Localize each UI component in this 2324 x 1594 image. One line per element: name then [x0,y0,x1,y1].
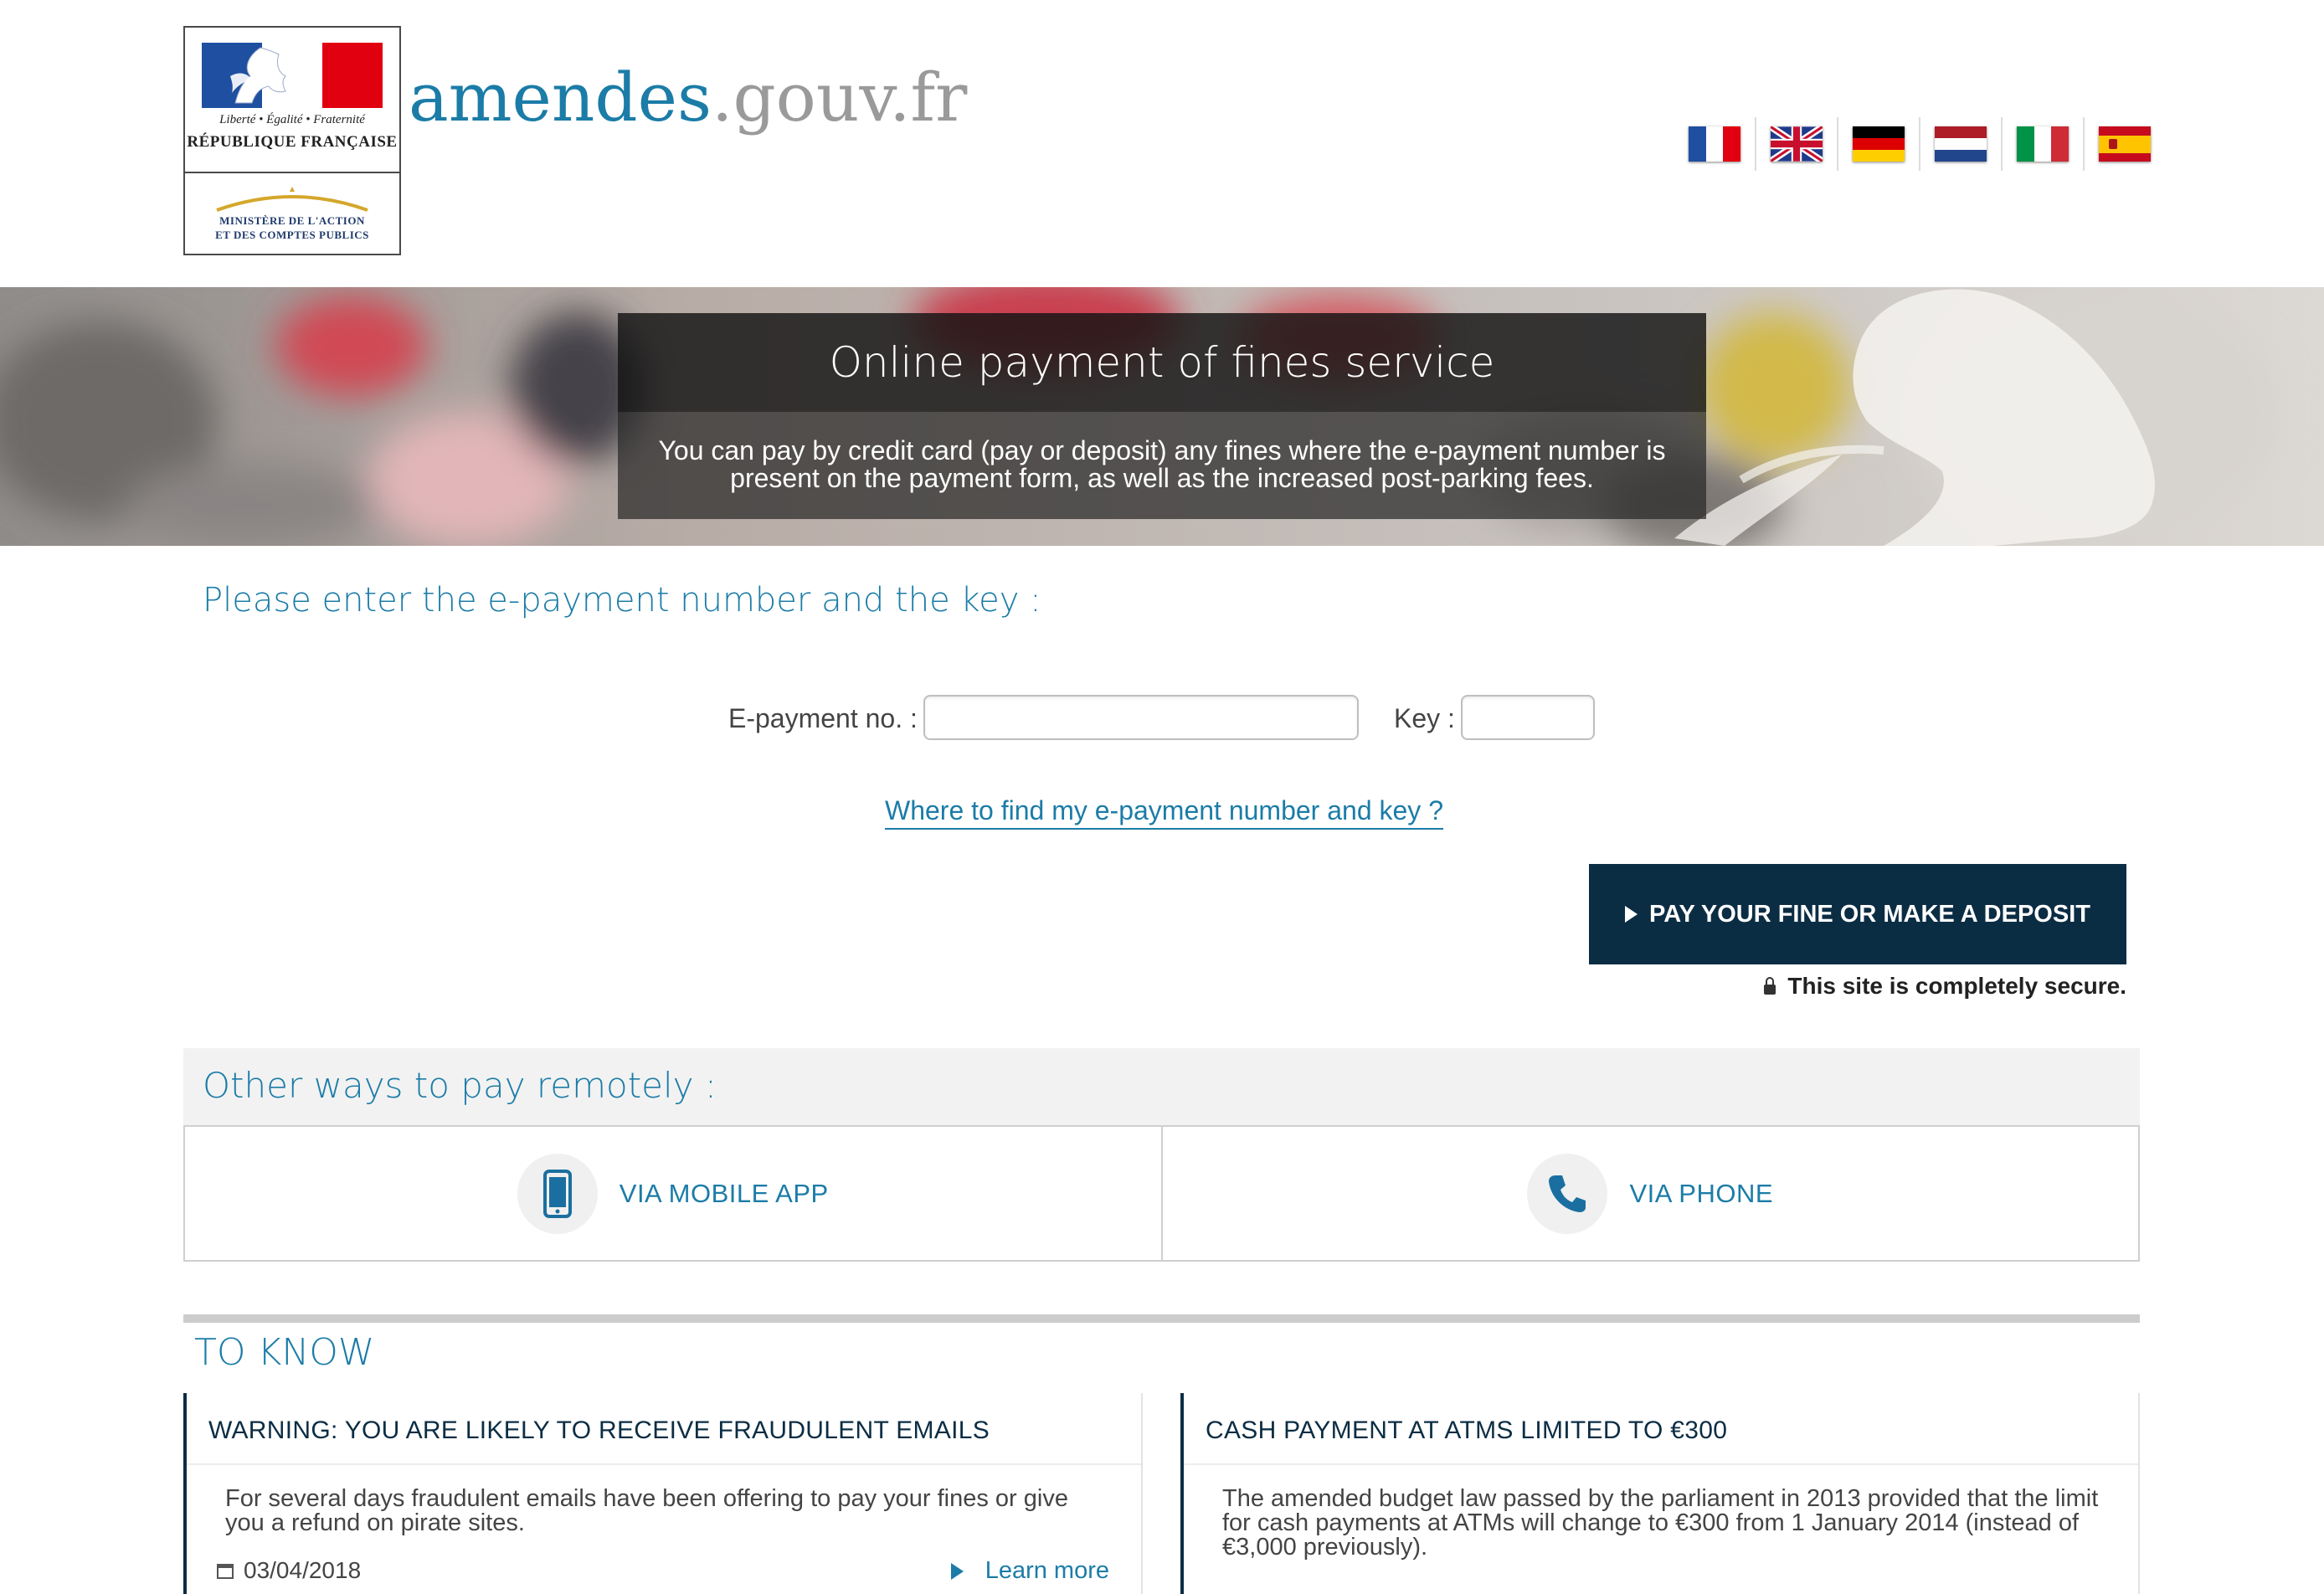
flag-france-icon [1689,126,1741,162]
news-item: WARNING: YOU ARE LIKELY TO RECEIVE FRAUD… [183,1393,1143,1594]
via-phone-label: VIA PHONE [1629,1178,1774,1208]
secure-notice-text: This site is completely secure. [1787,973,2126,999]
secure-notice: This site is completely secure. [1758,973,2126,1000]
language-fr-button[interactable] [1674,117,1756,171]
learn-more-label: Learn more [985,1557,1109,1584]
news-text: The amended budget law passed by the par… [1222,1485,2099,1561]
flag-italy-icon [2017,126,2069,162]
other-ways-title: Other ways to pay remotely : [203,1065,717,1106]
republique-francaise-logo[interactable]: Liberté • Égalité • Fraternité RÉPUBLIQU… [183,26,401,255]
play-arrow-icon [1625,906,1638,923]
key-input[interactable] [1461,695,1595,740]
site-name[interactable]: amendes.gouv.fr [409,52,967,144]
flag-germany-icon [1853,126,1905,162]
ministry-name: MINISTÈRE DE L'ACTION ET DES COMPTES PUB… [185,213,399,242]
epayment-number-label: E-payment no. : [728,703,918,733]
flag-spain-icon [2099,126,2151,162]
motto-text: Liberté • Égalité • Fraternité [219,113,365,126]
site-name-domain: .gouv.fr [712,59,968,136]
news-item: CASH PAYMENT AT ATMS LIMITED TO €300 The… [1180,1393,2140,1594]
to-know-divider [183,1314,2140,1323]
republique-francaise-text: RÉPUBLIQUE FRANÇAISE [187,133,398,151]
language-nl-button[interactable] [1920,117,2003,171]
language-en-button[interactable] [1756,117,1838,171]
to-know-title: TO KNOW [194,1331,375,1374]
news-title[interactable]: CASH PAYMENT AT ATMS LIMITED TO €300 [1206,1417,1727,1445]
news-separator [187,1463,1141,1465]
via-mobile-app-label: VIA MOBILE APP [619,1178,829,1208]
language-es-button[interactable] [2085,117,2165,171]
news-date: 03/04/2018 [217,1557,361,1584]
learn-more-link[interactable]: Learn more [950,1557,1109,1585]
site-name-main: amendes [409,59,712,136]
marianne-logo-block: Liberté • Égalité • Fraternité RÉPUBLIQU… [185,28,399,172]
calendar-icon [217,1564,234,1579]
news-text: For several days fraudulent emails have … [225,1485,1068,1536]
news-date-value: 03/04/2018 [244,1557,362,1583]
pay-fine-button[interactable]: PAY YOUR FINE OR MAKE A DEPOSIT [1589,864,2126,964]
flag-uk-icon [1771,126,1823,162]
key-label: Key : [1394,703,1455,733]
play-arrow-icon [950,1563,964,1580]
news-title[interactable]: WARNING: YOU ARE LIKELY TO RECEIVE FRAUD… [208,1417,990,1445]
ministry-line-1: MINISTÈRE DE L'ACTION [219,214,365,227]
language-de-button[interactable] [1838,117,1920,171]
pay-fine-button-label: PAY YOUR FINE OR MAKE A DEPOSIT [1649,900,2090,928]
lock-icon [1764,977,1776,995]
other-ways-options: VIA MOBILE APP VIA PHONE [183,1125,2140,1262]
language-selector [1674,117,2165,171]
via-phone-button[interactable]: VIA PHONE [1160,1127,2139,1260]
ministry-line-2: ET DES COMPTES PUBLICS [215,229,369,241]
marianne-flag-icon [202,43,383,108]
news-separator [1184,1463,2138,1465]
form-heading: Please enter the e-payment number and th… [203,581,1041,620]
where-to-find-link[interactable]: Where to find my e-payment number and ke… [885,795,1443,830]
mobile-phone-icon [517,1153,598,1234]
flag-netherlands-icon [1935,126,1987,162]
phone-handset-icon [1527,1153,1608,1234]
language-it-button[interactable] [2003,117,2085,171]
banner-description: You can pay by credit card (pay or depos… [618,412,1706,519]
banner-title: Online payment of fines service [618,313,1706,412]
via-mobile-app-button[interactable]: VIA MOBILE APP [185,1127,1161,1260]
epayment-number-input[interactable] [923,695,1359,740]
logo-divider [185,172,399,173]
